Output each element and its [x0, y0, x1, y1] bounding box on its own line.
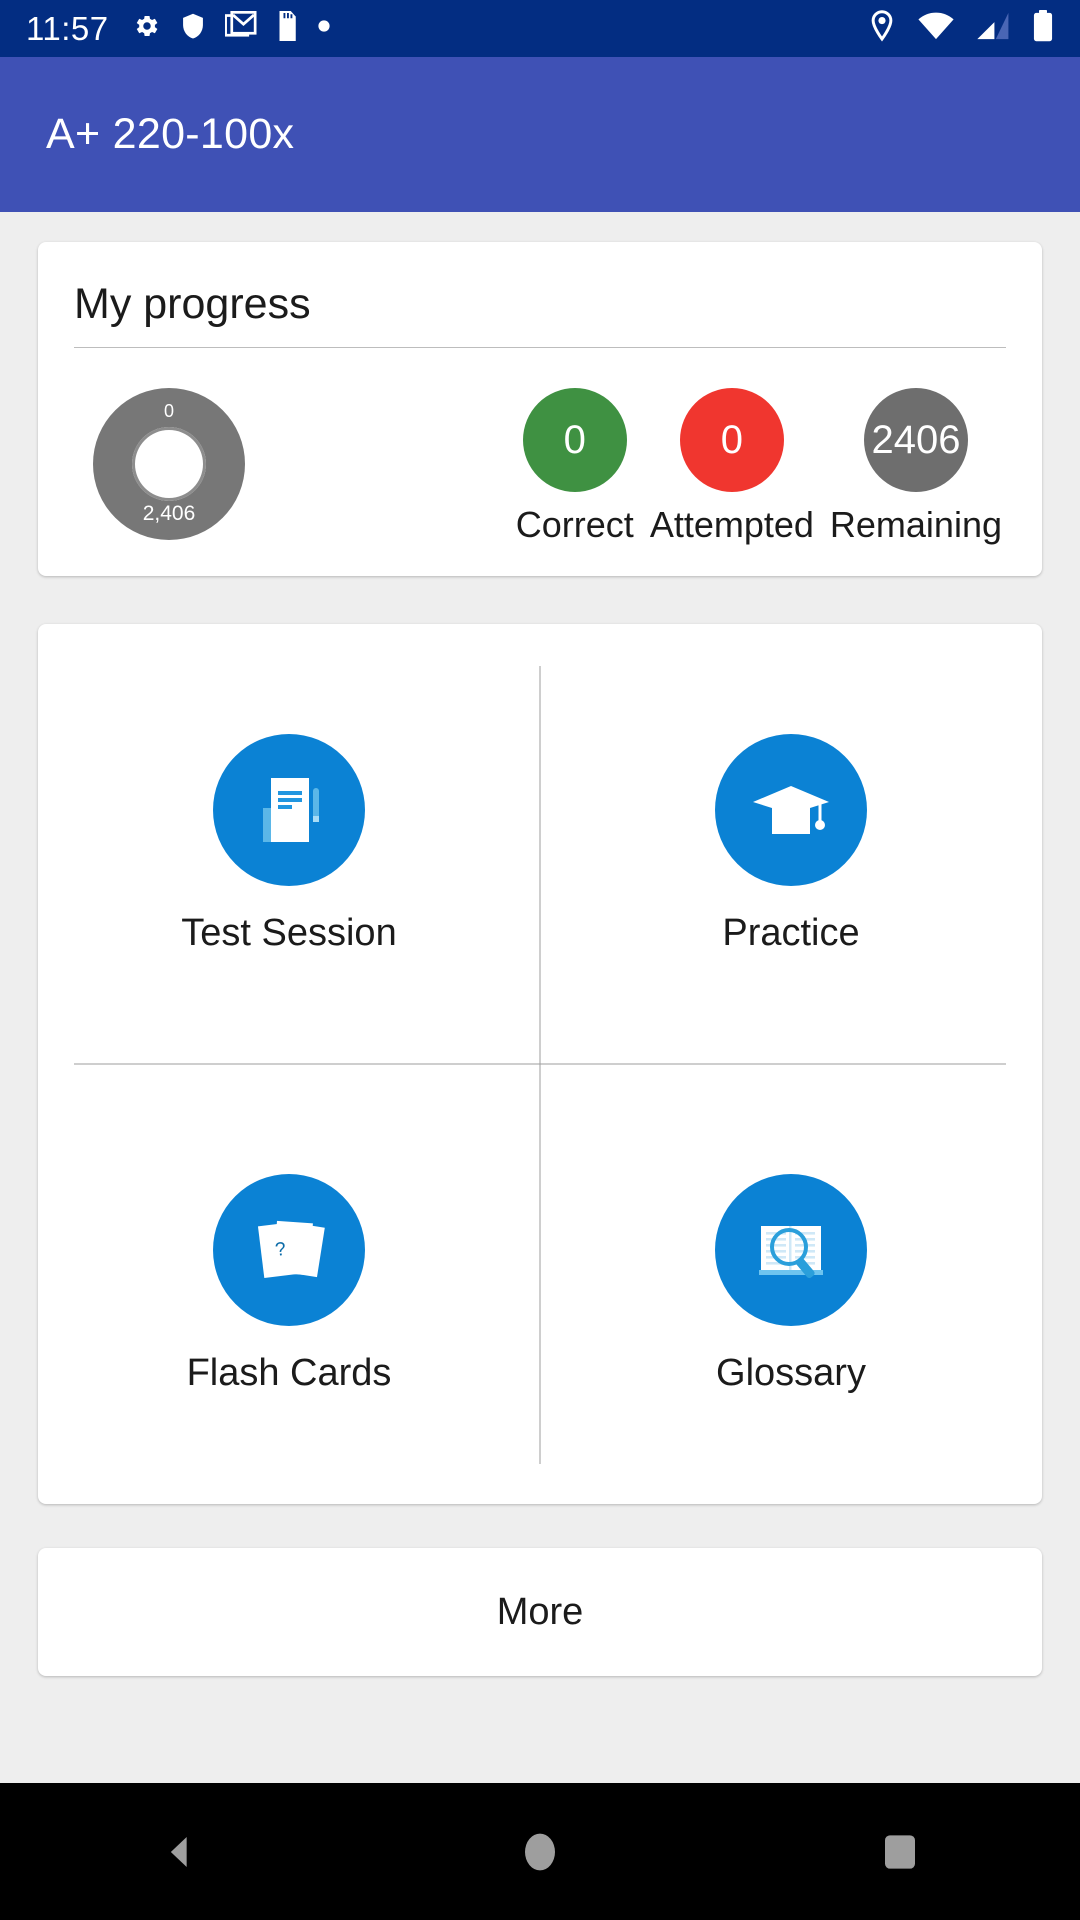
- menu-tile-test-session[interactable]: Test Session: [38, 624, 540, 1064]
- stat-correct-label: Correct: [515, 504, 634, 545]
- location-icon: [868, 10, 896, 47]
- battery-icon: [1032, 10, 1054, 47]
- grid-vertical-divider: [539, 666, 541, 1464]
- main-content: My progress 0 2,406 0 Correct 0 Attempte…: [0, 212, 1080, 1783]
- menu-grid-card: Test Session Practice ? Flash Cards Glos…: [38, 624, 1042, 1504]
- menu-tile-glossary[interactable]: Glossary: [540, 1064, 1042, 1504]
- menu-tile-practice-label: Practice: [722, 911, 860, 954]
- dot-icon: [317, 19, 331, 38]
- progress-body: 0 2,406 0 Correct 0 Attempted 2406 Remai…: [74, 348, 1006, 546]
- donut-hole: [132, 427, 206, 501]
- menu-tile-flash-cards[interactable]: ? Flash Cards: [38, 1064, 540, 1504]
- shield-icon: [179, 11, 207, 46]
- home-button[interactable]: [450, 1783, 630, 1920]
- stat-remaining: 2406 Remaining: [830, 388, 1002, 546]
- document-pen-icon: [213, 733, 365, 886]
- stat-remaining-label: Remaining: [829, 504, 1002, 545]
- more-button[interactable]: More: [38, 1548, 1042, 1676]
- progress-donut-chart: 0 2,406: [93, 388, 245, 540]
- stat-correct-value: 0: [522, 388, 627, 492]
- android-nav-bar: [0, 1783, 1080, 1920]
- menu-tile-glossary-label: Glossary: [716, 1351, 866, 1394]
- menu-tile-practice[interactable]: Practice: [540, 624, 1042, 1064]
- status-bar: 11:57: [0, 0, 1080, 57]
- cellular-signal-icon: [976, 12, 1010, 45]
- book-magnifier-icon: [715, 1173, 867, 1326]
- status-bar-right: [868, 10, 1054, 47]
- menu-tile-test-session-label: Test Session: [181, 911, 397, 954]
- recents-button[interactable]: [810, 1783, 990, 1920]
- status-bar-left: 11:57: [26, 10, 331, 47]
- stat-remaining-value: 2406: [863, 388, 968, 492]
- gear-icon: [131, 11, 161, 46]
- more-button-label: More: [496, 1590, 584, 1633]
- sdcard-icon: [275, 11, 299, 46]
- grid-horizontal-divider: [74, 1063, 1006, 1065]
- progress-card-title: My progress: [74, 280, 311, 328]
- back-button[interactable]: [90, 1783, 270, 1920]
- gmail-icon: [223, 10, 257, 46]
- stat-attempted-value: 0: [679, 388, 784, 492]
- flash-cards-icon: ?: [213, 1173, 365, 1326]
- donut-bottom-label: 2,406: [142, 502, 196, 525]
- progress-card: My progress 0 2,406 0 Correct 0 Attempte…: [38, 242, 1042, 576]
- menu-tile-flash-cards-label: Flash Cards: [186, 1351, 392, 1394]
- donut-top-label: 0: [163, 401, 175, 421]
- stat-correct: 0 Correct: [516, 388, 634, 546]
- stat-attempted: 0 Attempted: [650, 388, 814, 546]
- donut-chart-wrap: 0 2,406: [74, 388, 264, 540]
- wifi-icon: [918, 12, 954, 45]
- status-time: 11:57: [26, 10, 109, 47]
- graduation-cap-icon: [715, 733, 867, 886]
- stat-group: 0 Correct 0 Attempted 2406 Remaining: [516, 388, 1006, 546]
- app-bar: A+ 220-100x: [0, 57, 1080, 212]
- page-title: A+ 220-100x: [46, 110, 295, 158]
- stat-attempted-label: Attempted: [649, 504, 814, 545]
